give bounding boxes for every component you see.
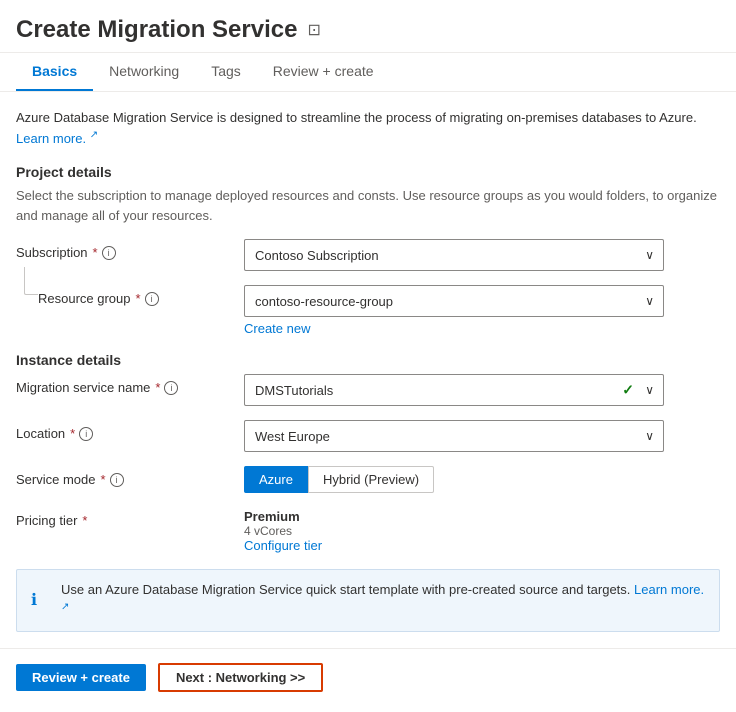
review-create-button[interactable]: Review + create [16,664,146,691]
resource-group-control: contoso-resource-group Create new [244,285,720,336]
ext-link-icon: ↗ [90,130,98,141]
service-mode-info-icon[interactable]: i [110,473,124,487]
tab-review-create[interactable]: Review + create [257,53,390,91]
resource-group-label: Resource group [38,291,131,306]
subscription-label-col: Subscription * i [16,239,236,260]
pricing-vcores: 4 vCores [244,524,720,538]
page-title: Create Migration Service [16,16,297,44]
footer: Review + create Next : Networking >> [0,648,736,706]
service-mode-azure-btn[interactable]: Azure [244,466,308,493]
resource-group-label-col: Resource group * i [16,285,236,306]
page-header: Create Migration Service ⊡ [0,0,736,53]
pricing-tier-name: Premium [244,509,720,524]
service-mode-row: Service mode * i Azure Hybrid (Preview) [16,466,720,493]
subscription-row: Subscription * i Contoso Subscription [16,239,720,271]
tab-tags[interactable]: Tags [195,53,257,91]
next-networking-button[interactable]: Next : Networking >> [158,663,323,692]
main-content: Azure Database Migration Service is desi… [0,92,736,632]
location-row: Location * i West Europe [16,420,720,452]
resource-group-info-icon[interactable]: i [145,292,159,306]
location-label: Location [16,426,65,441]
project-details-title: Project details [16,164,720,180]
service-mode-group: Azure Hybrid (Preview) [244,466,720,493]
section-instance-details: Instance details Migration service name … [16,352,720,553]
location-label-col: Location * i [16,420,236,441]
banner-text: Use an Azure Database Migration Service … [61,580,705,620]
tabs-bar: Basics Networking Tags Review + create [0,53,736,92]
subscription-select-wrapper: Contoso Subscription [244,239,664,271]
pricing-label-col: Pricing tier * [16,507,236,528]
location-info-icon[interactable]: i [79,427,93,441]
info-banner-icon: ℹ [31,590,51,610]
pricing-required: * [82,513,87,528]
subscription-label: Subscription [16,245,88,260]
msn-control [244,374,720,406]
service-mode-control: Azure Hybrid (Preview) [244,466,720,493]
resource-group-select-wrapper: contoso-resource-group [244,285,664,317]
intro-description: Azure Database Migration Service is desi… [16,108,720,148]
section-project-details: Project details Select the subscription … [16,164,720,336]
subscription-info-icon[interactable]: i [102,246,116,260]
location-select[interactable]: West Europe [244,420,664,452]
msn-input-wrapper [244,374,664,406]
location-required: * [70,426,75,441]
msn-required: * [155,380,160,395]
msn-label: Migration service name [16,380,150,395]
location-select-wrapper: West Europe [244,420,664,452]
msn-input[interactable] [244,374,664,406]
create-new-link[interactable]: Create new [244,321,720,336]
resource-group-required: * [136,291,141,306]
resource-group-row: Resource group * i contoso-resource-grou… [16,285,720,336]
msn-label-col: Migration service name * i [16,374,236,395]
pin-icon[interactable]: ⊡ [307,20,320,40]
tab-basics[interactable]: Basics [16,53,93,91]
rg-connector [24,267,38,295]
subscription-control: Contoso Subscription [244,239,720,271]
subscription-required: * [93,245,98,260]
pricing-info: Premium 4 vCores Configure tier [244,509,720,553]
service-mode-label: Service mode [16,472,95,487]
pricing-control: Premium 4 vCores Configure tier [244,507,720,553]
resource-group-select[interactable]: contoso-resource-group [244,285,664,317]
banner-ext-icon: ↗ [61,602,69,613]
pricing-label: Pricing tier [16,513,77,528]
intro-learn-more[interactable]: Learn more. ↗ [16,131,98,146]
configure-tier-link[interactable]: Configure tier [244,538,322,553]
pricing-tier-row: Pricing tier * Premium 4 vCores Configur… [16,507,720,553]
service-mode-required: * [100,472,105,487]
tab-networking[interactable]: Networking [93,53,195,91]
info-banner: ℹ Use an Azure Database Migration Servic… [16,569,720,631]
location-control: West Europe [244,420,720,452]
subscription-select[interactable]: Contoso Subscription [244,239,664,271]
service-mode-hybrid-btn[interactable]: Hybrid (Preview) [308,466,434,493]
migration-service-name-row: Migration service name * i [16,374,720,406]
service-mode-label-col: Service mode * i [16,466,236,487]
project-details-desc: Select the subscription to manage deploy… [16,186,720,225]
msn-info-icon[interactable]: i [164,381,178,395]
instance-details-title: Instance details [16,352,720,368]
